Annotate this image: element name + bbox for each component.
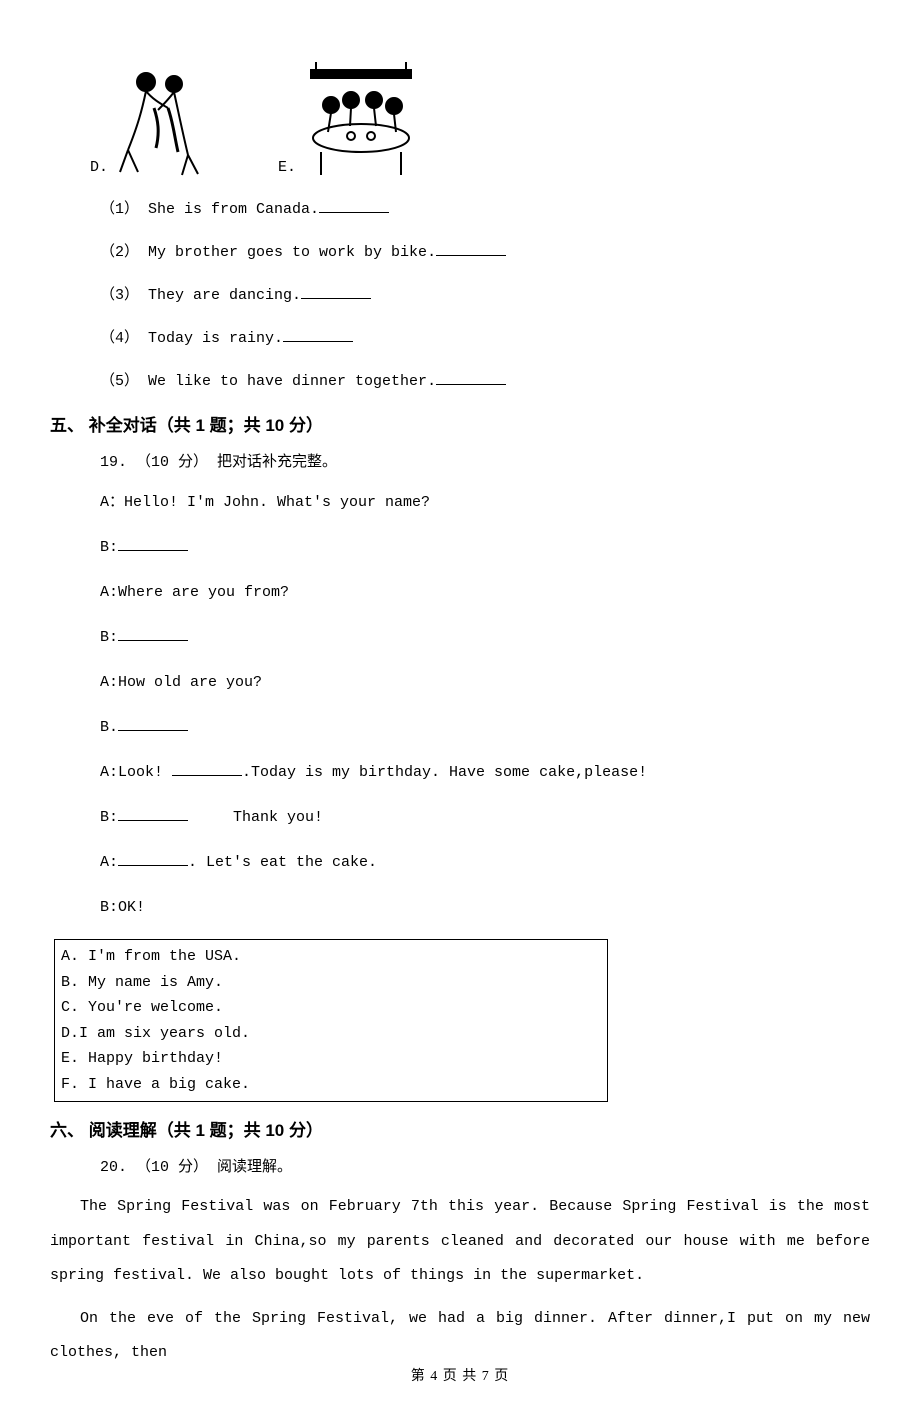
dialog-text: . Let's eat the cake. [188,854,377,871]
dialog-speaker: B: [100,809,118,826]
match-num: （1） [100,201,139,218]
dialog-line-a4: A:Look! .Today is my birthday. Have some… [100,759,870,786]
dialog-line-b3: B. [100,714,870,741]
dialog-speaker: A: [100,854,118,871]
dialog-line-b4: B: Thank you! [100,804,870,831]
match-text: They are dancing. [139,287,301,304]
option-c: C. You're welcome. [61,995,601,1021]
answer-blank[interactable] [319,197,389,213]
answer-blank[interactable] [172,760,242,776]
match-item-1: （1） She is from Canada. [100,196,870,223]
dialog-line-a1: A：Hello! I'm John. What's your name? [100,489,870,516]
answer-blank[interactable] [301,283,371,299]
match-text: My brother goes to work by bike. [139,244,436,261]
section-6-intro: 20. （10 分） 阅读理解。 [100,1155,870,1176]
answer-blank[interactable] [118,850,188,866]
dialog-line-a2: A:Where are you from? [100,579,870,606]
dialog-line-b5: B:OK! [100,894,870,921]
answer-blank[interactable] [118,715,188,731]
matching-list: （1） She is from Canada. （2） My brother g… [50,196,870,395]
answer-blank[interactable] [118,625,188,641]
dialog-speaker: B: [100,539,118,556]
reading-para-2: On the eve of the Spring Festival, we ha… [50,1302,870,1371]
option-b: B. My name is Amy. [61,970,601,996]
option-e: E. Happy birthday! [61,1046,601,1072]
section-5-heading: 五、 补全对话（共 1 题；共 10 分） [50,411,870,436]
answer-blank[interactable] [118,805,188,821]
image-label-e: E. [278,159,296,176]
match-num: （5） [100,373,139,390]
dialog-speaker: B. [100,719,118,736]
match-num: （3） [100,287,139,304]
dialog-line-a3: A:How old are you? [100,669,870,696]
answer-blank[interactable] [118,535,188,551]
answer-blank[interactable] [283,326,353,342]
family-dinner-icon [296,60,426,180]
match-item-3: （3） They are dancing. [100,282,870,309]
dialog-line-b1: B: [100,534,870,561]
dialog-text: Thank you! [188,809,323,826]
answer-blank[interactable] [436,369,506,385]
match-num: （2） [100,244,139,261]
match-item-2: （2） My brother goes to work by bike. [100,239,870,266]
dialog-line-b2: B: [100,624,870,651]
match-item-4: （4） Today is rainy. [100,325,870,352]
match-text: She is from Canada. [139,201,319,218]
option-f: F. I have a big cake. [61,1072,601,1098]
image-option-e: E. [278,60,426,180]
image-label-d: D. [90,159,108,176]
answer-blank[interactable] [436,240,506,256]
match-item-5: （5） We like to have dinner together. [100,368,870,395]
dialog-text: A:Look! [100,764,172,781]
section-6-heading: 六、 阅读理解（共 1 题；共 10 分） [50,1116,870,1141]
option-d: D.I am six years old. [61,1021,601,1047]
image-option-row: D. E. [90,60,870,180]
image-option-d: D. [90,60,218,180]
option-a: A. I'm from the USA. [61,944,601,970]
dancing-couple-icon [108,60,218,180]
dialog-speaker: B: [100,629,118,646]
section-5-intro: 19. （10 分） 把对话补充完整。 [100,450,870,471]
match-text: We like to have dinner together. [139,373,436,390]
reading-para-1: The Spring Festival was on February 7th … [50,1190,870,1294]
match-num: （4） [100,330,139,347]
match-text: Today is rainy. [139,330,283,347]
dialog-line-a5: A: . Let's eat the cake. [100,849,870,876]
dialog-options-box: A. I'm from the USA. B. My name is Amy. … [54,939,608,1102]
page-footer: 第 4 页 共 7 页 [0,1365,920,1385]
dialog-text: .Today is my birthday. Have some cake,pl… [242,764,647,781]
